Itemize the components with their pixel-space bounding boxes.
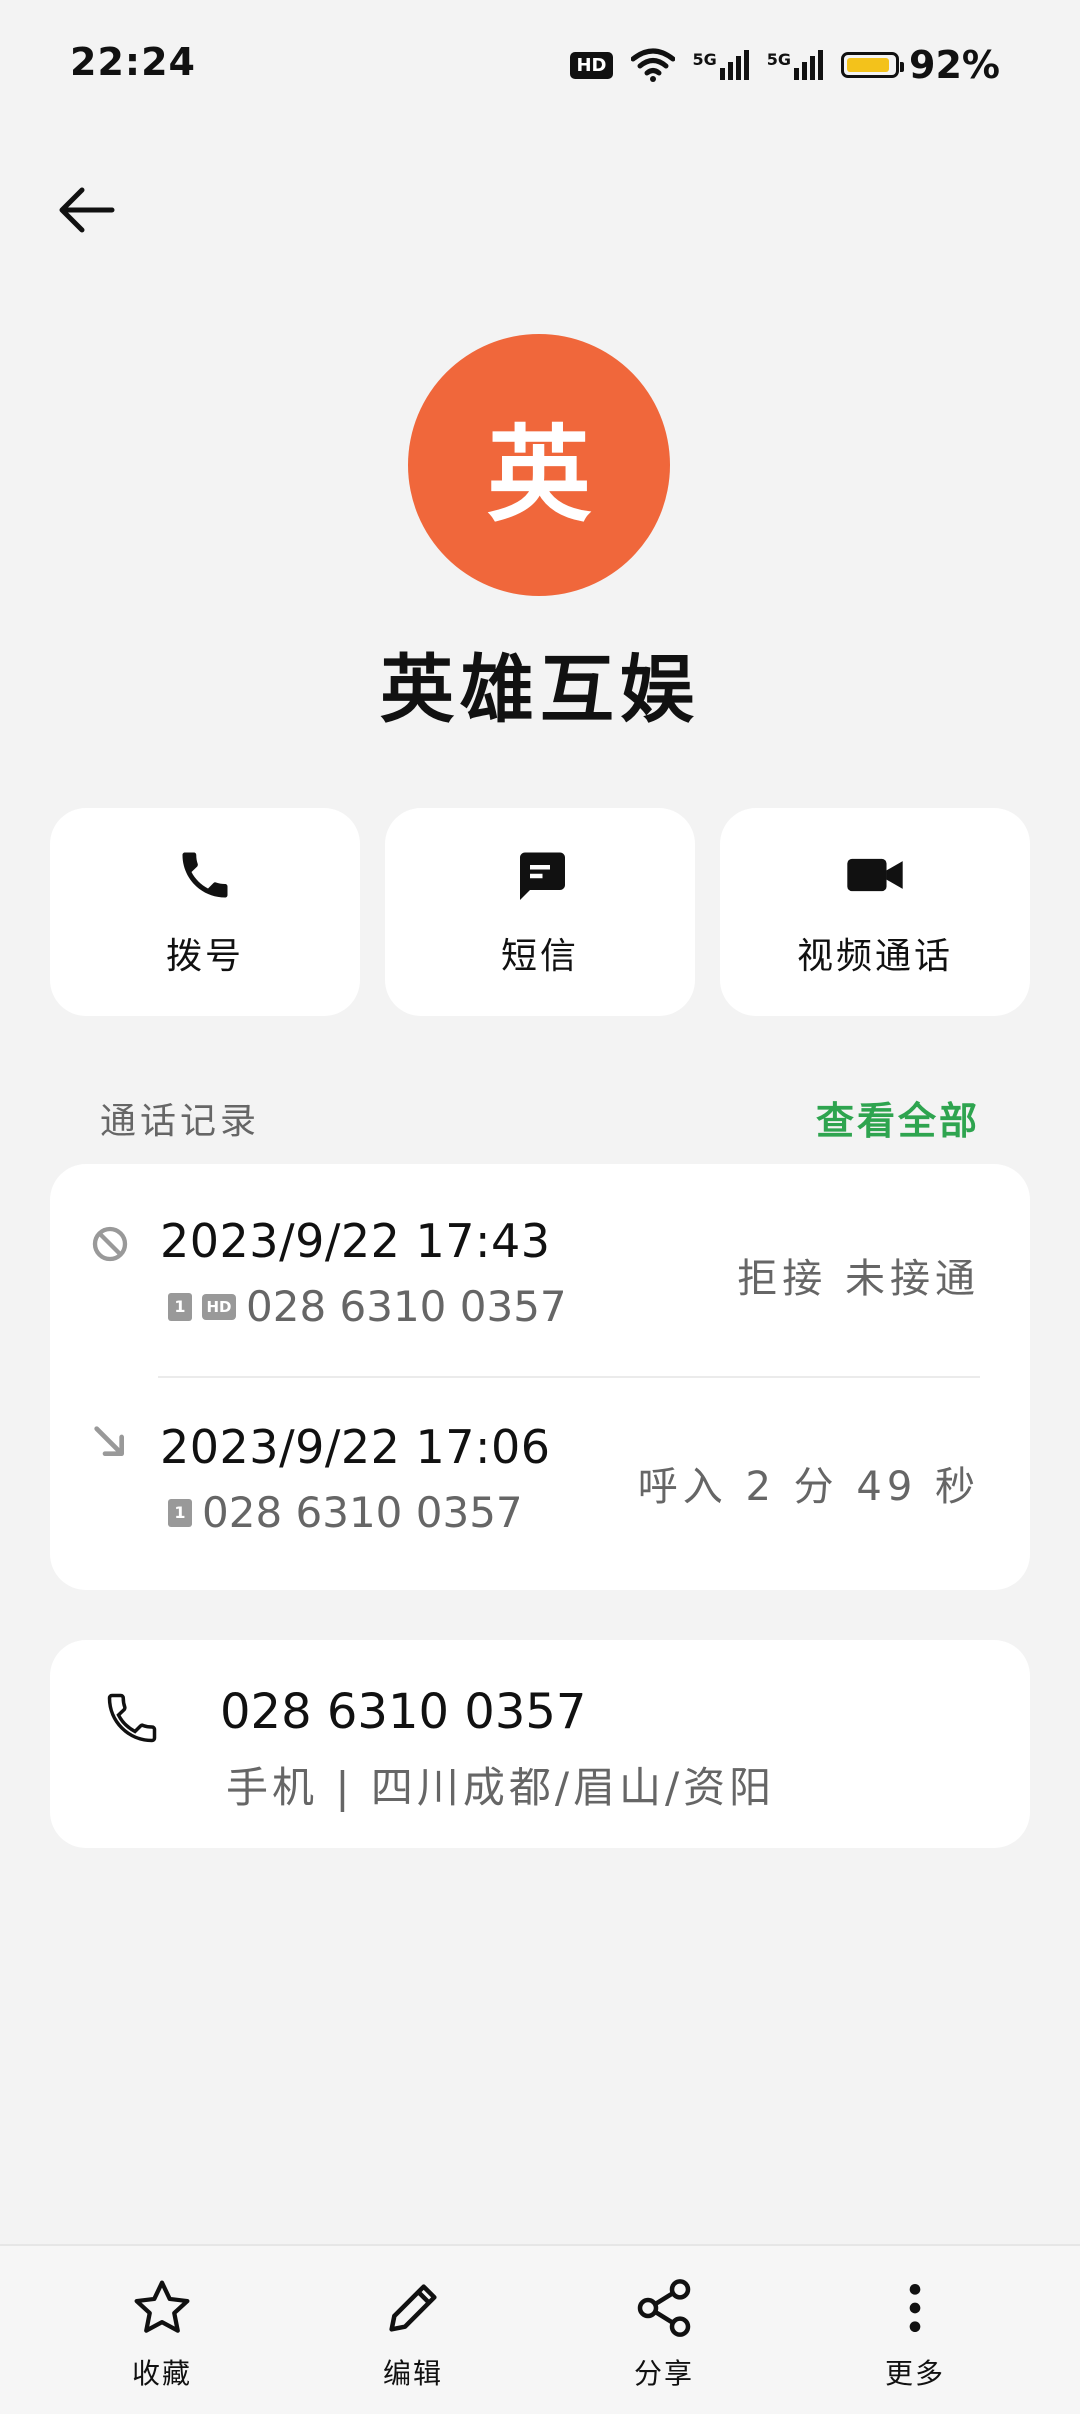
video-icon <box>845 845 905 905</box>
call-datetime: 2023/9/22 17:06 <box>160 1420 551 1474</box>
battery-percent: 92% <box>909 43 1000 87</box>
favorite-label: 收藏 <box>131 2357 192 2390</box>
call-number-line: 1 HD 028 6310 0357 <box>168 1282 567 1331</box>
more-vertical-icon <box>883 2276 947 2340</box>
status-icons: HD 5G 5G 92% <box>570 40 1000 90</box>
sim-card-icon: 1 <box>168 1498 192 1527</box>
phone-number-card[interactable]: 028 6310 0357 手机 | 四川成都/眉山/资阳 <box>50 1640 1030 1848</box>
more-button[interactable]: 更多 <box>835 2276 995 2392</box>
call-log-title: 通话记录 <box>100 1101 261 1142</box>
sim-card-icon: 1 <box>168 1292 192 1321</box>
back-arrow-icon <box>59 187 115 233</box>
share-icon <box>632 2276 696 2340</box>
more-label: 更多 <box>884 2357 945 2390</box>
wifi-icon <box>630 48 675 82</box>
call-number: 028 6310 0357 <box>202 1488 523 1537</box>
edit-button[interactable]: 编辑 <box>333 2276 493 2392</box>
video-call-label: 视频通话 <box>796 936 953 977</box>
status-bar: 22:24 HD 5G 5G 92% <box>0 0 1080 130</box>
pencil-icon <box>381 2276 445 2340</box>
hd-voice-icon: HD <box>570 51 613 79</box>
sms-label: 短信 <box>500 936 579 977</box>
call-number-line: 1 028 6310 0357 <box>168 1488 523 1537</box>
phone-icon <box>175 845 235 905</box>
dial-button[interactable]: 拨号 <box>50 808 360 1016</box>
signal-5g-icon-1: 5G <box>693 50 749 80</box>
phone-number: 028 6310 0357 <box>220 1684 587 1740</box>
phone-location: 手机 | 四川成都/眉山/资阳 <box>226 1763 776 1812</box>
phone-outline-icon <box>107 1693 157 1743</box>
view-all-link[interactable]: 查看全部 <box>816 1090 980 1145</box>
call-number: 028 6310 0357 <box>246 1282 567 1331</box>
signal-5g-icon-2: 5G <box>767 50 824 80</box>
avatar: 英 <box>408 334 670 596</box>
share-label: 分享 <box>633 2357 694 2390</box>
edit-label: 编辑 <box>382 2357 443 2390</box>
call-status: 拒接 未接通 <box>737 1256 980 1302</box>
battery-indicator: 92% <box>841 43 1000 87</box>
dial-label: 拨号 <box>165 936 244 977</box>
sms-button[interactable]: 短信 <box>385 808 695 1016</box>
call-log-list: 2023/9/22 17:43 1 HD 028 6310 0357 拒接 未接… <box>50 1164 1030 1590</box>
back-button[interactable] <box>52 180 122 240</box>
contact-name: 英雄互娱 <box>380 647 700 733</box>
blocked-icon <box>92 1226 128 1262</box>
hd-call-icon: HD <box>202 1293 236 1320</box>
share-button[interactable]: 分享 <box>584 2276 744 2392</box>
status-time: 22:24 <box>70 40 196 84</box>
favorite-button[interactable]: 收藏 <box>82 2276 242 2392</box>
call-datetime: 2023/9/22 17:43 <box>160 1214 551 1268</box>
call-status: 呼入 2 分 49 秒 <box>637 1464 980 1510</box>
video-call-button[interactable]: 视频通话 <box>720 808 1030 1016</box>
contact-detail-screen: 22:24 HD 5G 5G 92% 英 英雄互娱 拨号 短信 视频通话 通话记… <box>0 0 1080 2414</box>
battery-icon <box>841 52 905 78</box>
incoming-call-icon <box>94 1426 124 1456</box>
call-log-entry[interactable]: 2023/9/22 17:43 1 HD 028 6310 0357 拒接 未接… <box>50 1164 1030 1364</box>
bottom-toolbar: 收藏 编辑 分享 更多 <box>0 2244 1080 2414</box>
quick-actions: 拨号 短信 视频通话 <box>50 808 1030 1016</box>
message-icon <box>510 845 570 905</box>
call-log-entry[interactable]: 2023/9/22 17:06 1 028 6310 0357 呼入 2 分 4… <box>50 1378 1030 1578</box>
star-icon <box>130 2276 194 2340</box>
